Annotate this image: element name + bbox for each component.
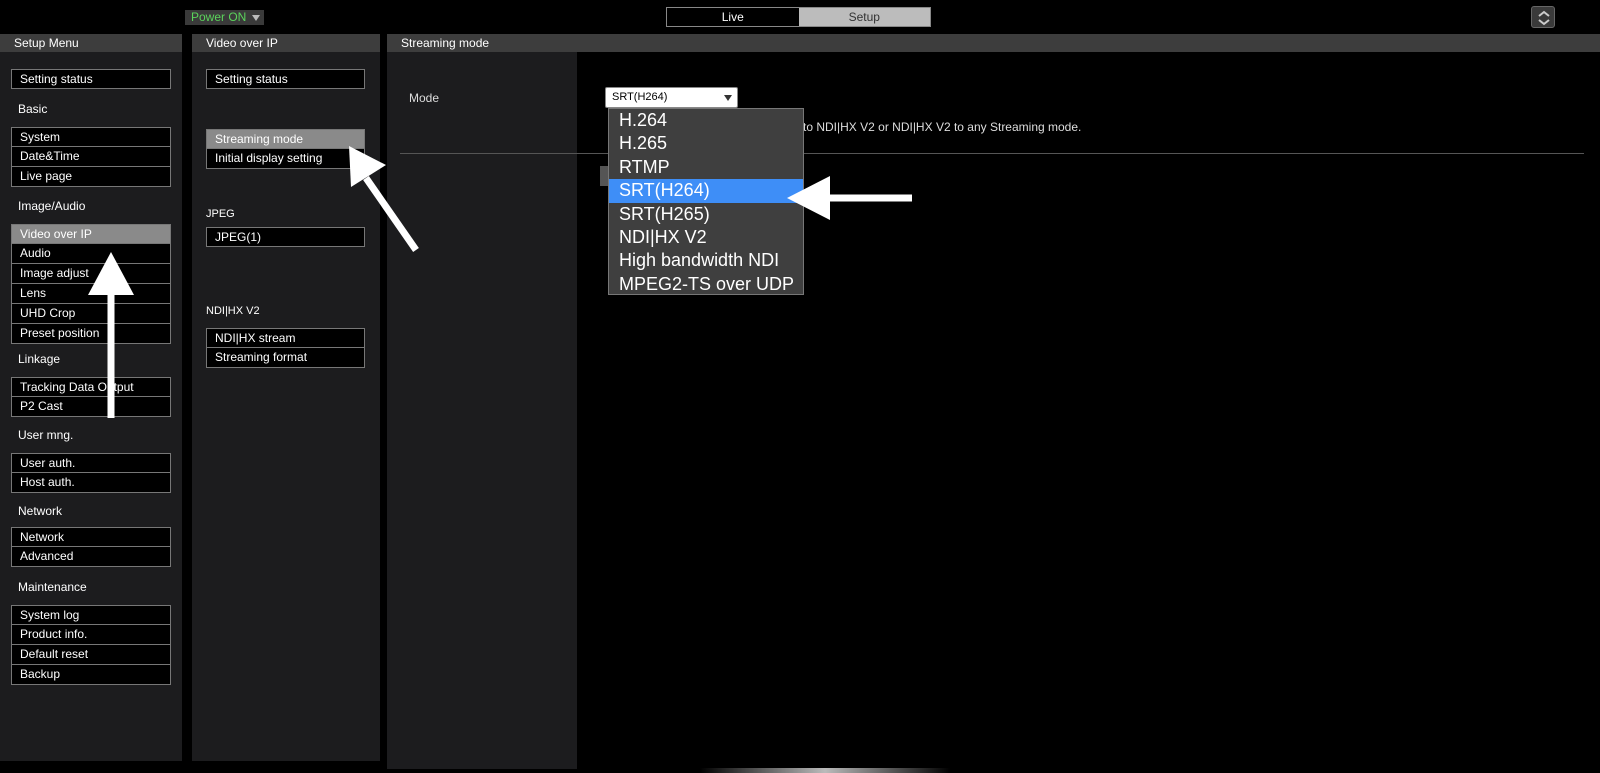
user-mng-group: User auth. Host auth.	[11, 453, 171, 493]
mid-setting-status-group: Setting status	[206, 69, 365, 89]
nav-image-adjust[interactable]: Image adjust	[11, 264, 171, 284]
option-high-bandwidth-ndi[interactable]: High bandwidth NDI	[609, 249, 803, 272]
image-audio-group: Video over IP Audio Image adjust Lens UH…	[11, 224, 171, 344]
nav-live-page[interactable]: Live page	[11, 167, 171, 187]
nav-backup[interactable]: Backup	[11, 665, 171, 685]
option-h265[interactable]: H.265	[609, 132, 803, 155]
nav-preset-position[interactable]: Preset position	[11, 324, 171, 344]
chevron-down-icon	[252, 15, 260, 21]
live-setup-switch: Live Setup	[666, 7, 931, 27]
option-ndi-hx-v2[interactable]: NDI|HX V2	[609, 226, 803, 249]
option-h264[interactable]: H.264	[609, 109, 803, 132]
basic-group: System Date&Time Live page	[11, 127, 171, 187]
chevron-down-icon	[724, 95, 732, 101]
nav-uhd-crop[interactable]: UHD Crop	[11, 304, 171, 324]
nav-lens[interactable]: Lens	[11, 284, 171, 304]
streaming-mode-title: Streaming mode	[387, 34, 1600, 52]
video-over-ip-title: Video over IP	[192, 34, 380, 52]
section-linkage: Linkage	[18, 352, 61, 366]
left-setting-status-button[interactable]: Setting status	[11, 69, 171, 89]
section-image-audio: Image/Audio	[18, 199, 86, 213]
setting-status-group: Setting status	[11, 69, 171, 89]
tab-live[interactable]: Live	[667, 8, 799, 26]
nav-date-time[interactable]: Date&Time	[11, 147, 171, 167]
mode-label: Mode	[409, 91, 440, 105]
setup-menu-title: Setup Menu	[0, 34, 182, 52]
power-status-label: Power ON	[191, 10, 247, 24]
video-over-ip-panel: Video over IP Setting status Streaming m…	[192, 34, 380, 761]
nav-p2-cast[interactable]: P2 Cast	[11, 397, 171, 417]
nav-initial-display-setting[interactable]: Initial display setting	[206, 149, 365, 169]
nav-system[interactable]: System	[11, 127, 171, 147]
up-down-chevron-icon[interactable]	[1531, 6, 1555, 28]
nav-default-reset[interactable]: Default reset	[11, 645, 171, 665]
mode-dropdown-list: H.264 H.265 RTMP SRT(H264) SRT(H265) NDI…	[608, 108, 804, 295]
section-basic: Basic	[18, 102, 48, 116]
nav-advanced[interactable]: Advanced	[11, 547, 171, 567]
nav-video-over-ip[interactable]: Video over IP	[11, 224, 171, 244]
nav-tracking-data-output[interactable]: Tracking Data Output	[11, 377, 171, 397]
streaming-group: Streaming mode Initial display setting	[206, 129, 365, 169]
divider	[400, 153, 1584, 154]
setup-menu-panel: Setup Menu Setting status Basic System D…	[0, 34, 182, 761]
nav-user-auth[interactable]: User auth.	[11, 453, 171, 473]
mode-select-value: SRT(H264)	[612, 91, 668, 103]
ndi-group: NDI|HX stream Streaming format	[206, 328, 365, 368]
top-bar: Power ON Live Setup	[0, 0, 1600, 32]
mode-change-note: e to NDI|HX V2 or NDI|HX V2 to any Strea…	[793, 120, 1082, 134]
nav-audio[interactable]: Audio	[11, 244, 171, 264]
power-status-dropdown[interactable]: Power ON	[185, 10, 264, 25]
jpeg-group: JPEG(1)	[206, 227, 365, 247]
mode-select[interactable]: SRT(H264)	[605, 87, 738, 108]
section-maintenance: Maintenance	[18, 580, 87, 594]
streaming-mode-panel: Streaming mode Mode	[387, 34, 1600, 769]
nav-streaming-mode[interactable]: Streaming mode	[206, 129, 365, 149]
option-mpeg2-ts-over-udp[interactable]: MPEG2-TS over UDP	[609, 273, 803, 296]
bottom-glow	[700, 768, 950, 773]
section-ndi-hx: NDI|HX V2	[206, 305, 260, 317]
nav-system-log[interactable]: System log	[11, 605, 171, 625]
section-jpeg: JPEG	[206, 208, 235, 220]
nav-product-info[interactable]: Product info.	[11, 625, 171, 645]
linkage-group: Tracking Data Output P2 Cast	[11, 377, 171, 417]
maintenance-group: System log Product info. Default reset B…	[11, 605, 171, 685]
tab-setup[interactable]: Setup	[798, 8, 930, 26]
section-network: Network	[18, 504, 63, 518]
nav-streaming-format[interactable]: Streaming format	[206, 348, 365, 368]
option-rtmp[interactable]: RTMP	[609, 156, 803, 179]
nav-network[interactable]: Network	[11, 527, 171, 547]
section-user-mng: User mng.	[18, 428, 74, 442]
option-srt-h265[interactable]: SRT(H265)	[609, 203, 803, 226]
nav-jpeg-1[interactable]: JPEG(1)	[206, 227, 365, 247]
option-srt-h264[interactable]: SRT(H264)	[609, 179, 803, 203]
nav-ndi-hx-stream[interactable]: NDI|HX stream	[206, 328, 365, 348]
mid-setting-status-button[interactable]: Setting status	[206, 69, 365, 89]
nav-host-auth[interactable]: Host auth.	[11, 473, 171, 493]
network-group: Network Advanced	[11, 527, 171, 567]
